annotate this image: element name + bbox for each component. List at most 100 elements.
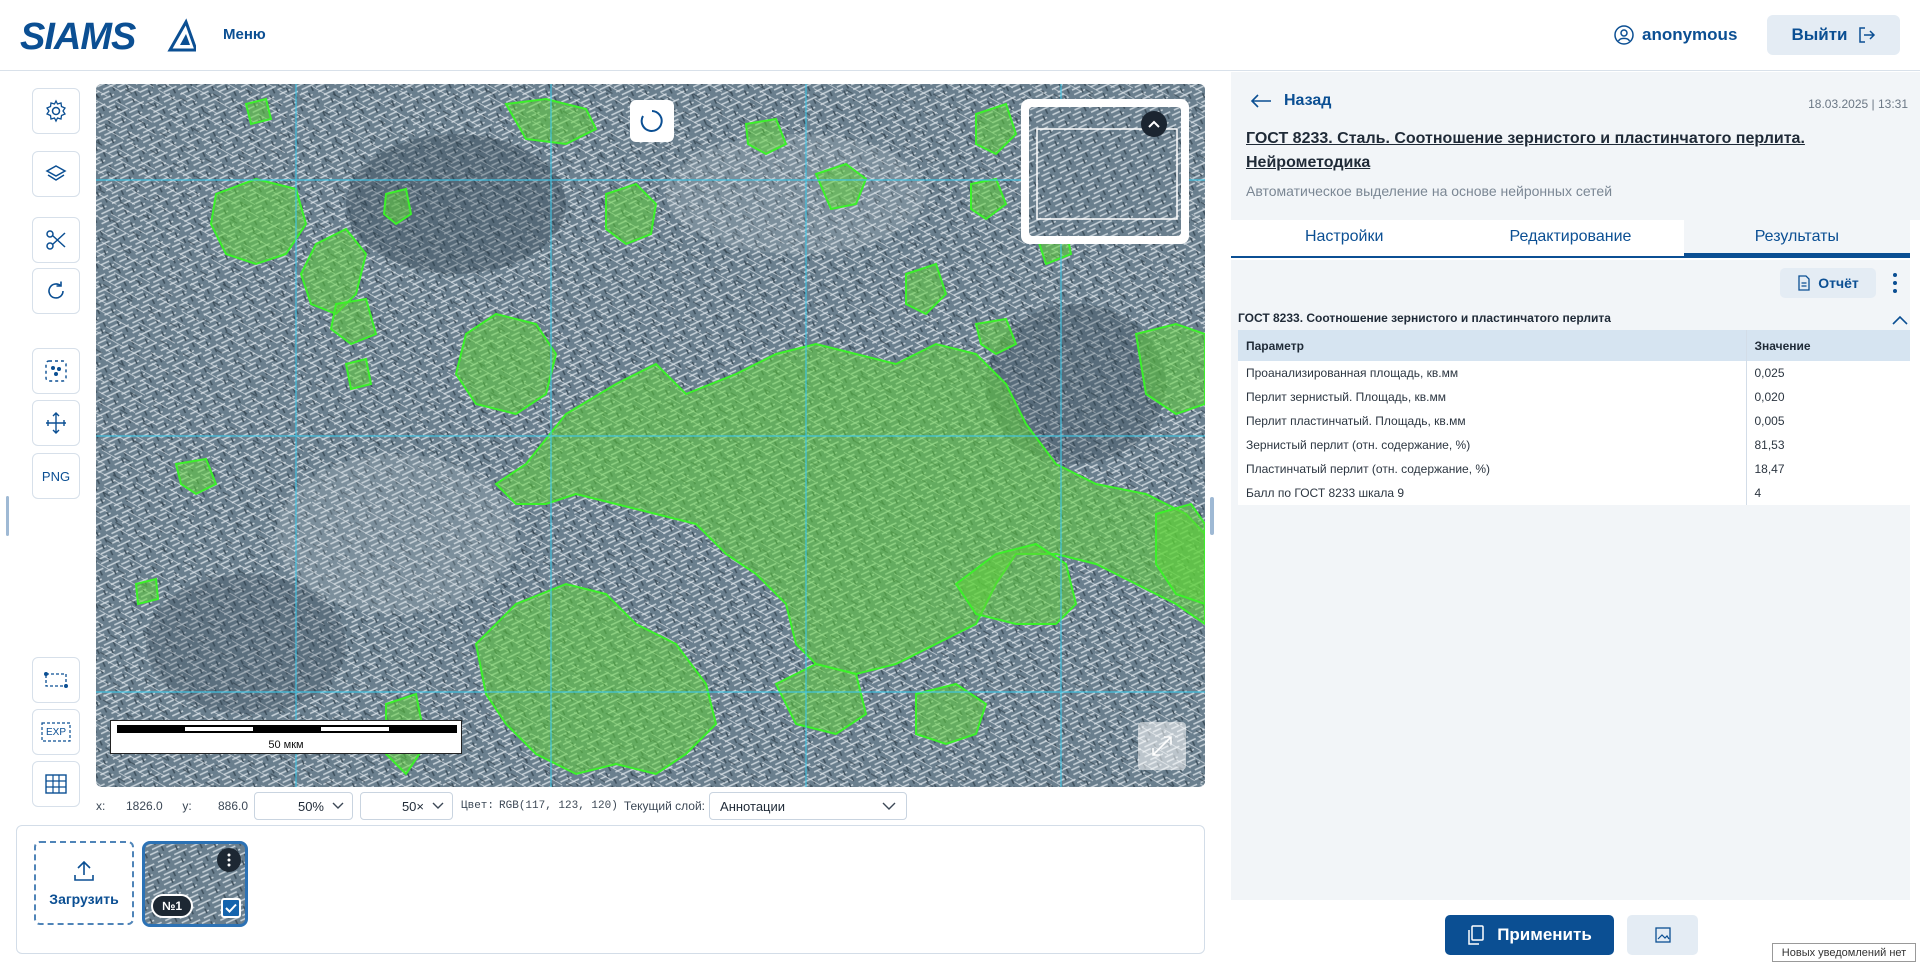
- y-value: 886.0: [217, 799, 248, 813]
- selection-icon: [44, 672, 68, 688]
- layer-label: Текущий слой:: [623, 799, 706, 813]
- layer-value: Аннотации: [720, 798, 786, 814]
- left-resize-handle[interactable]: [6, 496, 9, 536]
- panel-resize-handle[interactable]: [1210, 497, 1214, 535]
- tab-settings[interactable]: Настройки: [1231, 220, 1457, 256]
- tab-editing[interactable]: Редактирование: [1457, 220, 1683, 256]
- x-label: x:: [96, 799, 106, 813]
- selection-tool-button[interactable]: [32, 657, 80, 703]
- results-table: Параметр Значение Проанализированная пло…: [1238, 330, 1910, 505]
- kebab-icon: [1893, 273, 1897, 293]
- app-header: SIAMS Меню anonymous Выйти: [0, 0, 1920, 71]
- table-row: Перлит зернистый. Площадь, кв.мм 0,020: [1238, 385, 1910, 409]
- zoom-value: 50%: [297, 798, 324, 814]
- user-name: anonymous: [1642, 25, 1738, 44]
- measure-tool-button[interactable]: [32, 400, 80, 446]
- scissors-icon: [46, 230, 66, 250]
- thumbnail-checkbox[interactable]: [221, 898, 241, 918]
- settings-tool-button[interactable]: [32, 88, 80, 134]
- user-icon: [1614, 25, 1634, 45]
- results-menu-button[interactable]: [1890, 271, 1900, 295]
- apply-button[interactable]: Применить: [1445, 915, 1614, 955]
- param-cell: Пластинчатый перлит (отн. содержание, %): [1238, 457, 1747, 481]
- back-button[interactable]: Назад: [1250, 92, 1331, 110]
- table-icon: [45, 774, 67, 794]
- copy-icon: [1468, 925, 1484, 945]
- image-gallery: Загрузить №1: [16, 825, 1205, 954]
- value-cell: 18,47: [1754, 462, 1785, 476]
- apply-label: Применить: [1497, 925, 1592, 944]
- particles-icon: [45, 360, 67, 382]
- layers-tool-button[interactable]: [32, 151, 80, 197]
- loading-indicator: [630, 100, 674, 142]
- cut-tool-button[interactable]: [32, 217, 80, 263]
- logout-icon: [1858, 27, 1875, 43]
- brightness-select[interactable]: 50×: [360, 792, 453, 820]
- siams-logo[interactable]: SIAMS: [20, 16, 199, 58]
- thumbnail-menu-button[interactable]: [217, 848, 241, 872]
- analysis-date: 18.03.2025 | 13:31: [1808, 97, 1908, 111]
- exp-tool-button[interactable]: EXP: [32, 709, 80, 755]
- value-cell: 0,020: [1754, 390, 1785, 404]
- color-label: Цвет:: [461, 800, 495, 812]
- report-button[interactable]: Отчёт: [1780, 268, 1876, 298]
- color-value: RGB(117, 123, 120): [499, 800, 618, 812]
- kebab-icon: [227, 853, 231, 867]
- value-cell: 4: [1754, 486, 1762, 500]
- notification-tooltip: Новых уведомлений нет: [1772, 943, 1916, 962]
- method-title[interactable]: ГОСТ 8233. Сталь. Соотношение зернистого…: [1246, 127, 1886, 175]
- param-cell: Проанализированная площадь, кв.мм: [1238, 361, 1747, 385]
- scale-bar-label: 50 мкм: [268, 739, 304, 751]
- back-label: Назад: [1284, 92, 1332, 109]
- image-viewer[interactable]: 50 мкм: [96, 84, 1205, 787]
- brightness-value: 50×: [401, 798, 424, 814]
- y-label: y:: [182, 799, 192, 813]
- value-cell: 81,53: [1754, 438, 1785, 452]
- upload-button[interactable]: Загрузить: [34, 841, 134, 925]
- upload-label: Загрузить: [49, 891, 119, 907]
- status-bar: x: 1826.0 y: 886.0 50% 50× Цвет: RGB(117…: [96, 792, 908, 820]
- exp-label: EXP: [45, 726, 66, 738]
- user-info[interactable]: anonymous: [1614, 22, 1737, 48]
- image-export-button[interactable]: [1627, 915, 1698, 955]
- png-export-button[interactable]: PNG: [32, 453, 80, 499]
- table-row: Зернистый перлит (отн. содержание, %) 81…: [1238, 433, 1910, 457]
- menu-link[interactable]: Меню: [223, 26, 266, 43]
- param-cell: Балл по ГОСТ 8233 шкала 9: [1238, 481, 1747, 505]
- layer-select[interactable]: Аннотации: [709, 792, 908, 820]
- param-cell: Перлит пластинчатый. Площадь, кв.мм: [1238, 409, 1747, 433]
- upload-icon: [74, 860, 94, 881]
- table-row: Балл по ГОСТ 8233 шкала 9 4: [1238, 481, 1910, 505]
- chevron-up-icon: [1892, 315, 1908, 325]
- section-collapse-button[interactable]: [1892, 312, 1908, 330]
- expand-icon: [1152, 736, 1172, 756]
- table-tool-button[interactable]: [32, 761, 80, 807]
- image-thumbnail[interactable]: №1: [142, 841, 248, 927]
- zoom-select[interactable]: 50%: [254, 792, 353, 820]
- arrow-left-icon: [1250, 94, 1271, 108]
- minimap-collapse-button[interactable]: [1141, 111, 1167, 137]
- fullscreen-button[interactable]: [1138, 722, 1186, 770]
- particles-tool-button[interactable]: [32, 348, 80, 394]
- spinner-icon: [640, 110, 663, 132]
- refresh-tool-button[interactable]: [32, 268, 80, 314]
- chevron-down-icon: [432, 802, 444, 809]
- document-icon: [1798, 275, 1810, 291]
- value-cell: 0,005: [1754, 414, 1785, 428]
- chevron-up-icon: [1148, 120, 1160, 128]
- method-subtitle: Автоматическое выделение на основе нейро…: [1246, 183, 1613, 199]
- table-header-row: Параметр Значение: [1238, 330, 1910, 361]
- scale-bar: 50 мкм: [110, 720, 462, 754]
- table-row: Перлит пластинчатый. Площадь, кв.мм 0,00…: [1238, 409, 1910, 433]
- image-icon: [1654, 927, 1671, 943]
- logout-button[interactable]: Выйти: [1767, 15, 1900, 55]
- chevron-down-icon: [882, 802, 896, 810]
- ruler-icon: [46, 412, 66, 434]
- param-cell: Зернистый перлит (отн. содержание, %): [1238, 433, 1747, 457]
- tab-results[interactable]: Результаты: [1683, 220, 1910, 256]
- param-cell: Перлит зернистый. Площадь, кв.мм: [1238, 385, 1747, 409]
- check-icon: [225, 903, 237, 913]
- column-header: Значение: [1746, 330, 1910, 361]
- minimap[interactable]: [1021, 99, 1189, 244]
- column-header: Параметр: [1238, 330, 1747, 361]
